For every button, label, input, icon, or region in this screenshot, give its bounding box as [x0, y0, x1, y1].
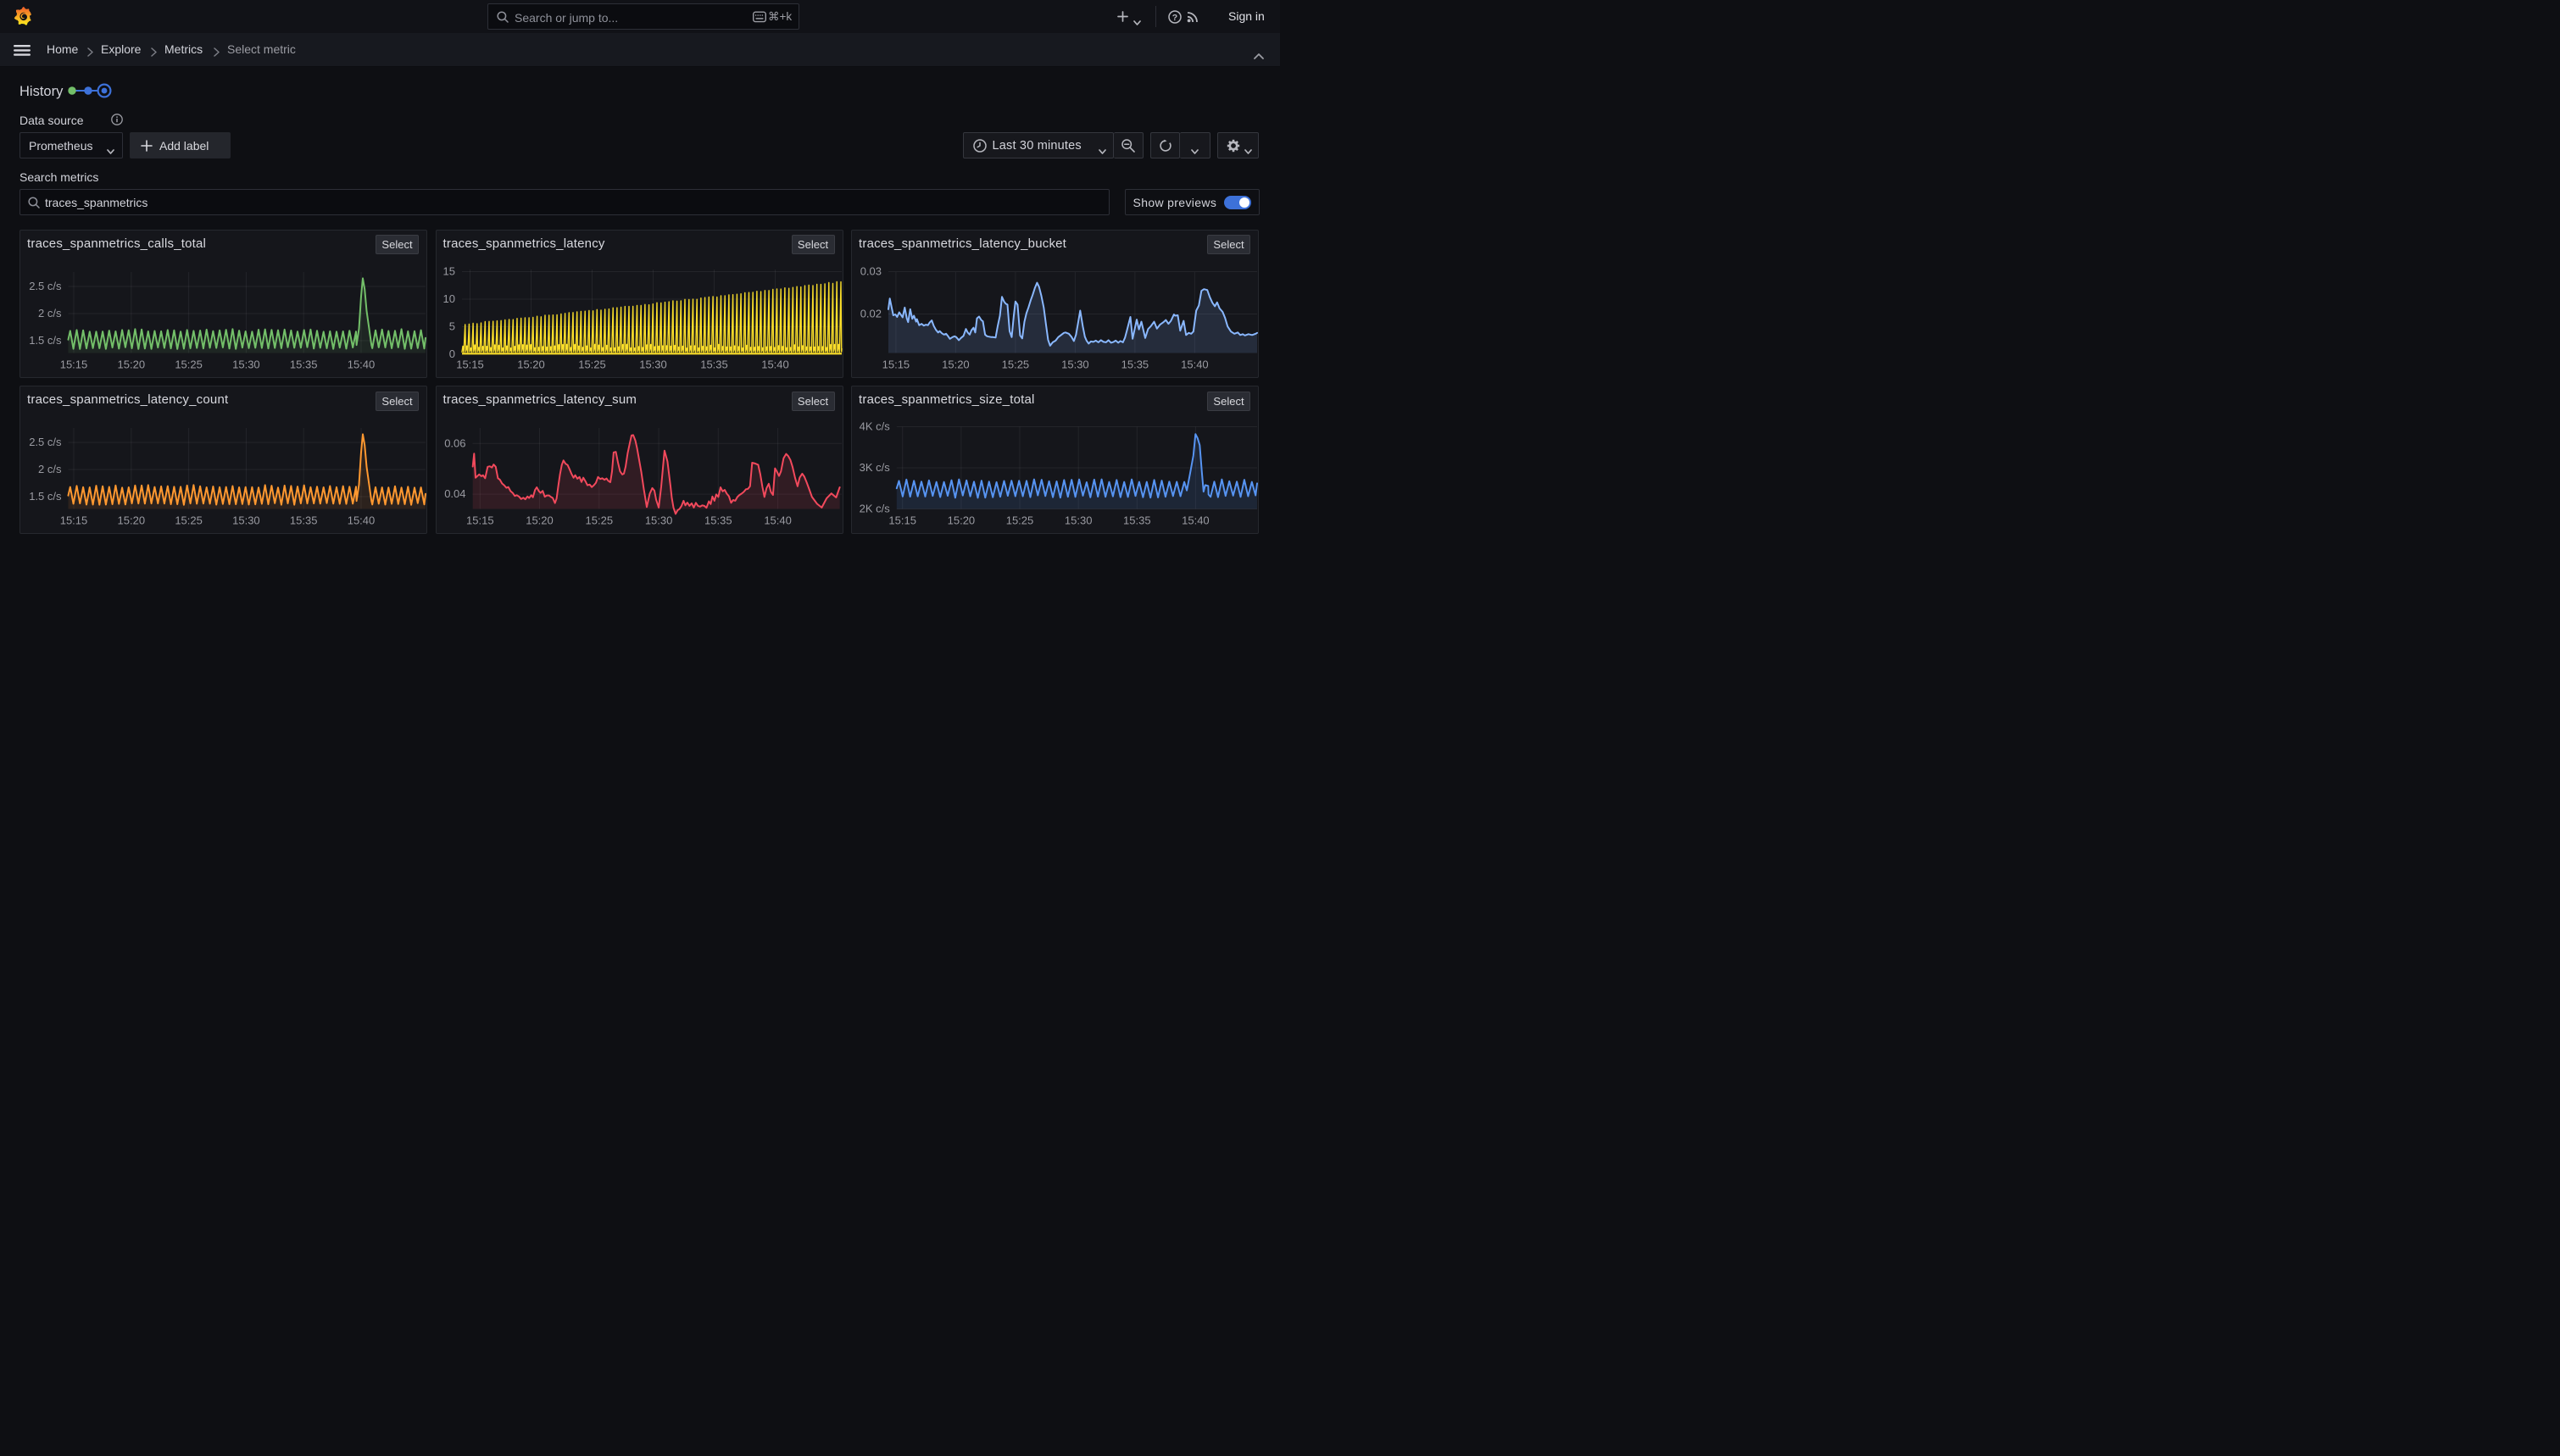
svg-text:15:25: 15:25	[175, 358, 203, 370]
svg-text:0.06: 0.06	[444, 436, 465, 449]
svg-text:15:25: 15:25	[1006, 514, 1034, 527]
svg-text:15:20: 15:20	[517, 358, 545, 370]
svg-text:15:15: 15:15	[466, 514, 494, 527]
svg-text:2 c/s: 2 c/s	[38, 307, 62, 320]
svg-text:15:30: 15:30	[639, 358, 667, 370]
svg-text:15:30: 15:30	[1065, 514, 1093, 527]
svg-text:15:40: 15:40	[348, 514, 376, 527]
svg-text:15: 15	[442, 264, 454, 277]
svg-text:2K c/s: 2K c/s	[860, 503, 891, 515]
svg-text:15:30: 15:30	[644, 514, 672, 527]
svg-text:15:30: 15:30	[232, 358, 260, 370]
svg-text:15:20: 15:20	[118, 514, 146, 527]
svg-text:10: 10	[442, 292, 454, 305]
svg-text:4K c/s: 4K c/s	[860, 420, 891, 433]
svg-text:2.5 c/s: 2.5 c/s	[29, 280, 62, 292]
svg-text:2 c/s: 2 c/s	[38, 463, 62, 475]
svg-text:15:40: 15:40	[1182, 514, 1210, 527]
svg-text:15:15: 15:15	[888, 514, 916, 527]
svg-text:15:30: 15:30	[232, 514, 260, 527]
svg-text:0.02: 0.02	[860, 307, 882, 320]
svg-text:15:15: 15:15	[456, 358, 484, 370]
svg-text:15:40: 15:40	[761, 358, 789, 370]
svg-text:15:20: 15:20	[118, 358, 146, 370]
svg-text:3K c/s: 3K c/s	[860, 461, 891, 474]
svg-text:15:25: 15:25	[1002, 358, 1030, 370]
svg-text:15:20: 15:20	[948, 514, 976, 527]
svg-text:15:35: 15:35	[290, 358, 318, 370]
svg-text:15:15: 15:15	[60, 514, 88, 527]
svg-text:15:40: 15:40	[348, 358, 376, 370]
svg-text:15:25: 15:25	[578, 358, 606, 370]
svg-text:15:25: 15:25	[585, 514, 613, 527]
svg-text:0.03: 0.03	[860, 264, 882, 277]
svg-text:15:35: 15:35	[700, 358, 728, 370]
svg-text:0.04: 0.04	[444, 487, 465, 500]
svg-text:15:40: 15:40	[1181, 358, 1209, 370]
svg-text:15:35: 15:35	[704, 514, 732, 527]
svg-text:15:35: 15:35	[1123, 514, 1151, 527]
svg-text:5: 5	[448, 320, 454, 332]
svg-text:1.5 c/s: 1.5 c/s	[29, 490, 62, 503]
svg-text:1.5 c/s: 1.5 c/s	[29, 334, 62, 347]
svg-text:?: ?	[1172, 13, 1177, 23]
svg-text:0: 0	[448, 347, 454, 360]
svg-text:15:25: 15:25	[175, 514, 203, 527]
svg-text:15:20: 15:20	[942, 358, 970, 370]
svg-text:15:15: 15:15	[882, 358, 910, 370]
svg-text:2.5 c/s: 2.5 c/s	[29, 436, 62, 448]
svg-text:15:30: 15:30	[1061, 358, 1089, 370]
svg-text:15:20: 15:20	[526, 514, 554, 527]
svg-text:15:35: 15:35	[290, 514, 318, 527]
svg-text:15:40: 15:40	[764, 514, 792, 527]
svg-text:15:15: 15:15	[60, 358, 88, 370]
svg-text:15:35: 15:35	[1121, 358, 1149, 370]
